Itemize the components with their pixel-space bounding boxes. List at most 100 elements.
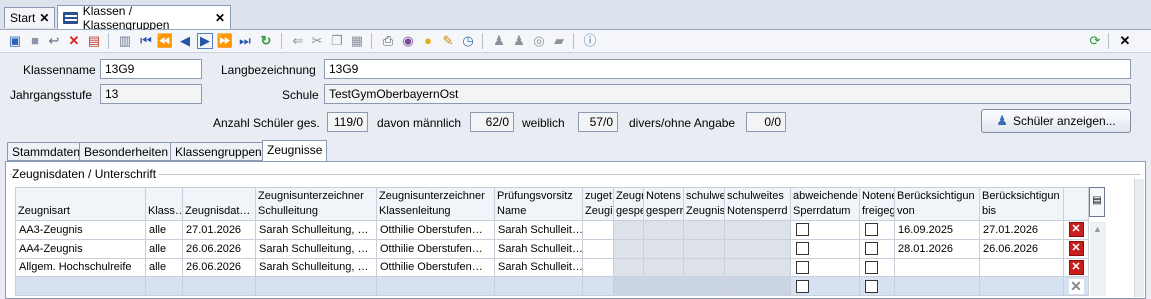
- cell-empty[interactable]: [582, 276, 614, 296]
- jahrgangsstufe-field[interactable]: 13: [100, 84, 202, 104]
- tab-zeugnisse[interactable]: Zeugnisse: [262, 140, 328, 162]
- delete-row-icon[interactable]: ✕: [1068, 241, 1084, 257]
- comment-icon[interactable]: ▰: [551, 33, 567, 49]
- scroll-up-icon[interactable]: ▲: [1093, 224, 1102, 234]
- cycle-icon[interactable]: ◎: [531, 33, 547, 49]
- close-icon[interactable]: ✕: [39, 11, 49, 25]
- cell-pruefungsvorsitz[interactable]: Sarah Schulleit…: [494, 238, 583, 259]
- help-icon[interactable]: ⓘ: [582, 33, 598, 49]
- first-record-icon[interactable]: ⏮: [138, 33, 154, 49]
- cell-pruefungsvorsitz[interactable]: [494, 276, 583, 296]
- cell-zeugnisart[interactable]: Allgem. Hochschulreife: [15, 257, 146, 278]
- table-row[interactable]: Allgem. Hochschulreife alle 26.06.2026 S…: [15, 257, 1089, 278]
- users-icon[interactable]: ♟: [511, 33, 527, 49]
- cell-zeugnisart[interactable]: AA4-Zeugnis: [15, 238, 146, 259]
- cell-datum[interactable]: 27.01.2026: [182, 220, 256, 240]
- user-icon[interactable]: ♟: [491, 33, 507, 49]
- column-header[interactable]: Zeugnisart: [15, 187, 146, 221]
- column-header[interactable]: Zeugnisunterzeichner Schulleitung: [255, 187, 377, 221]
- cell-klasse[interactable]: alle: [145, 257, 183, 278]
- previous-page-icon[interactable]: ⏪: [157, 33, 173, 49]
- new-icon[interactable]: ▣: [7, 33, 23, 49]
- cell-datum[interactable]: 26.06.2026: [182, 257, 256, 278]
- delete-row-icon[interactable]: ✕: [1068, 259, 1084, 275]
- table-scrollbar[interactable]: ▲: [1090, 222, 1106, 296]
- cell-schulleitung[interactable]: [255, 276, 377, 296]
- column-header[interactable]: Prüfungsvorsitz Name: [494, 187, 583, 221]
- table-row-new[interactable]: ✕: [15, 276, 1089, 296]
- cell-zeugnisart[interactable]: [15, 276, 146, 296]
- close-window-icon[interactable]: ✕: [1117, 33, 1133, 49]
- cell-klassenleitung[interactable]: Otthilie Oberstufen…: [376, 238, 495, 259]
- tab-stammdaten[interactable]: Stammdaten: [7, 142, 86, 161]
- preview-icon[interactable]: ◉: [400, 33, 416, 49]
- arrow-left-icon[interactable]: ⇐: [290, 33, 306, 49]
- cell-bis[interactable]: 27.01.2026: [979, 220, 1064, 240]
- cell-von[interactable]: 28.01.2026: [894, 238, 980, 259]
- table-row[interactable]: AA4-Zeugnis alle 26.06.2026 Sarah Schull…: [15, 238, 1089, 259]
- cell-pruefungsvorsitz[interactable]: Sarah Schulleit…: [494, 257, 583, 278]
- schule-field[interactable]: TestGymOberbayernOst: [324, 84, 1131, 104]
- schueler-anzeigen-button[interactable]: ♟ Schüler anzeigen...: [981, 109, 1131, 133]
- cell-klasse[interactable]: alle: [145, 238, 183, 259]
- copy-record-icon[interactable]: ▥: [117, 33, 133, 49]
- column-header[interactable]: Zeugnisunterzeichner Klassenleitung: [376, 187, 495, 221]
- sperrdatum-checkbox[interactable]: [796, 223, 809, 237]
- sperrdatum-checkbox[interactable]: [796, 242, 809, 256]
- save-icon[interactable]: ■: [27, 33, 43, 49]
- cell-empty[interactable]: [582, 220, 614, 240]
- cell-von[interactable]: [894, 276, 980, 296]
- close-icon[interactable]: ✕: [215, 11, 225, 25]
- cell-schulleitung[interactable]: Sarah Schulleitung, …: [255, 220, 377, 240]
- column-header[interactable]: Zeugr gespe: [613, 187, 644, 221]
- column-header[interactable]: abweichende Sperrdatum: [790, 187, 860, 221]
- cell-schulleitung[interactable]: Sarah Schulleitung, …: [255, 238, 377, 259]
- sync-icon[interactable]: ⟳: [1087, 33, 1103, 49]
- noten-freigegeben-checkbox[interactable]: [865, 223, 878, 237]
- cell-empty[interactable]: [582, 257, 614, 278]
- cell-von[interactable]: 16.09.2025: [894, 220, 980, 240]
- delete-row-icon[interactable]: ✕: [1068, 222, 1084, 238]
- sperrdatum-checkbox[interactable]: [796, 260, 809, 274]
- clock-icon[interactable]: ◷: [460, 33, 476, 49]
- next-page-icon[interactable]: ⏩: [217, 33, 233, 49]
- lightbulb-icon[interactable]: ●: [420, 33, 436, 49]
- noten-freigegeben-checkbox[interactable]: [865, 279, 878, 293]
- column-header[interactable]: Notens gesperr: [643, 187, 684, 221]
- column-header[interactable]: schulweites Notensperrd: [724, 187, 791, 221]
- sperrdatum-checkbox[interactable]: [796, 279, 809, 293]
- cell-datum[interactable]: [182, 276, 256, 296]
- noten-freigegeben-checkbox[interactable]: [865, 260, 878, 274]
- klassenname-field[interactable]: 13G9: [100, 59, 202, 79]
- column-header[interactable]: Berücksichtigun von: [894, 187, 980, 221]
- noten-freigegeben-checkbox[interactable]: [865, 242, 878, 256]
- undo-icon[interactable]: ↩: [46, 33, 62, 49]
- cell-datum[interactable]: 26.06.2026: [182, 238, 256, 259]
- column-header[interactable]: schulwe Zeugnis: [683, 187, 725, 221]
- next-record-icon[interactable]: ▶: [197, 33, 213, 49]
- cell-klassenleitung[interactable]: Otthilie Oberstufen…: [376, 220, 495, 240]
- column-header[interactable]: zuget Zeugi: [582, 187, 614, 221]
- column-header[interactable]: Klass…: [145, 187, 183, 221]
- tab-besonderheiten[interactable]: Besonderheiten: [79, 142, 174, 161]
- cell-empty[interactable]: [582, 238, 614, 259]
- cell-bis[interactable]: [979, 276, 1064, 296]
- clean-icon[interactable]: ✎: [440, 33, 456, 49]
- tab-start[interactable]: Start ✕: [4, 7, 56, 28]
- cell-von[interactable]: [894, 257, 980, 278]
- column-header[interactable]: Berücksichtigun bis: [979, 187, 1064, 221]
- copy-icon[interactable]: ❐: [329, 33, 345, 49]
- cell-klasse[interactable]: alle: [145, 220, 183, 240]
- tab-klassen[interactable]: Klassen / Klassengruppen ✕: [57, 4, 231, 32]
- table-row[interactable]: AA3-Zeugnis alle 27.01.2026 Sarah Schull…: [15, 220, 1089, 240]
- panel-scrollbar[interactable]: [1134, 179, 1144, 297]
- cell-klassenleitung[interactable]: [376, 276, 495, 296]
- delete-record-icon[interactable]: ▤: [86, 33, 102, 49]
- cell-zeugnisart[interactable]: AA3-Zeugnis: [15, 220, 146, 240]
- delete-icon[interactable]: ✕: [66, 33, 82, 49]
- langbezeichnung-field[interactable]: 13G9: [324, 59, 1131, 79]
- previous-record-icon[interactable]: ◀: [177, 33, 193, 49]
- column-header[interactable]: Zeugnisdat…: [182, 187, 256, 221]
- last-record-icon[interactable]: ⏭: [237, 33, 253, 49]
- cut-icon[interactable]: ✂: [309, 33, 325, 49]
